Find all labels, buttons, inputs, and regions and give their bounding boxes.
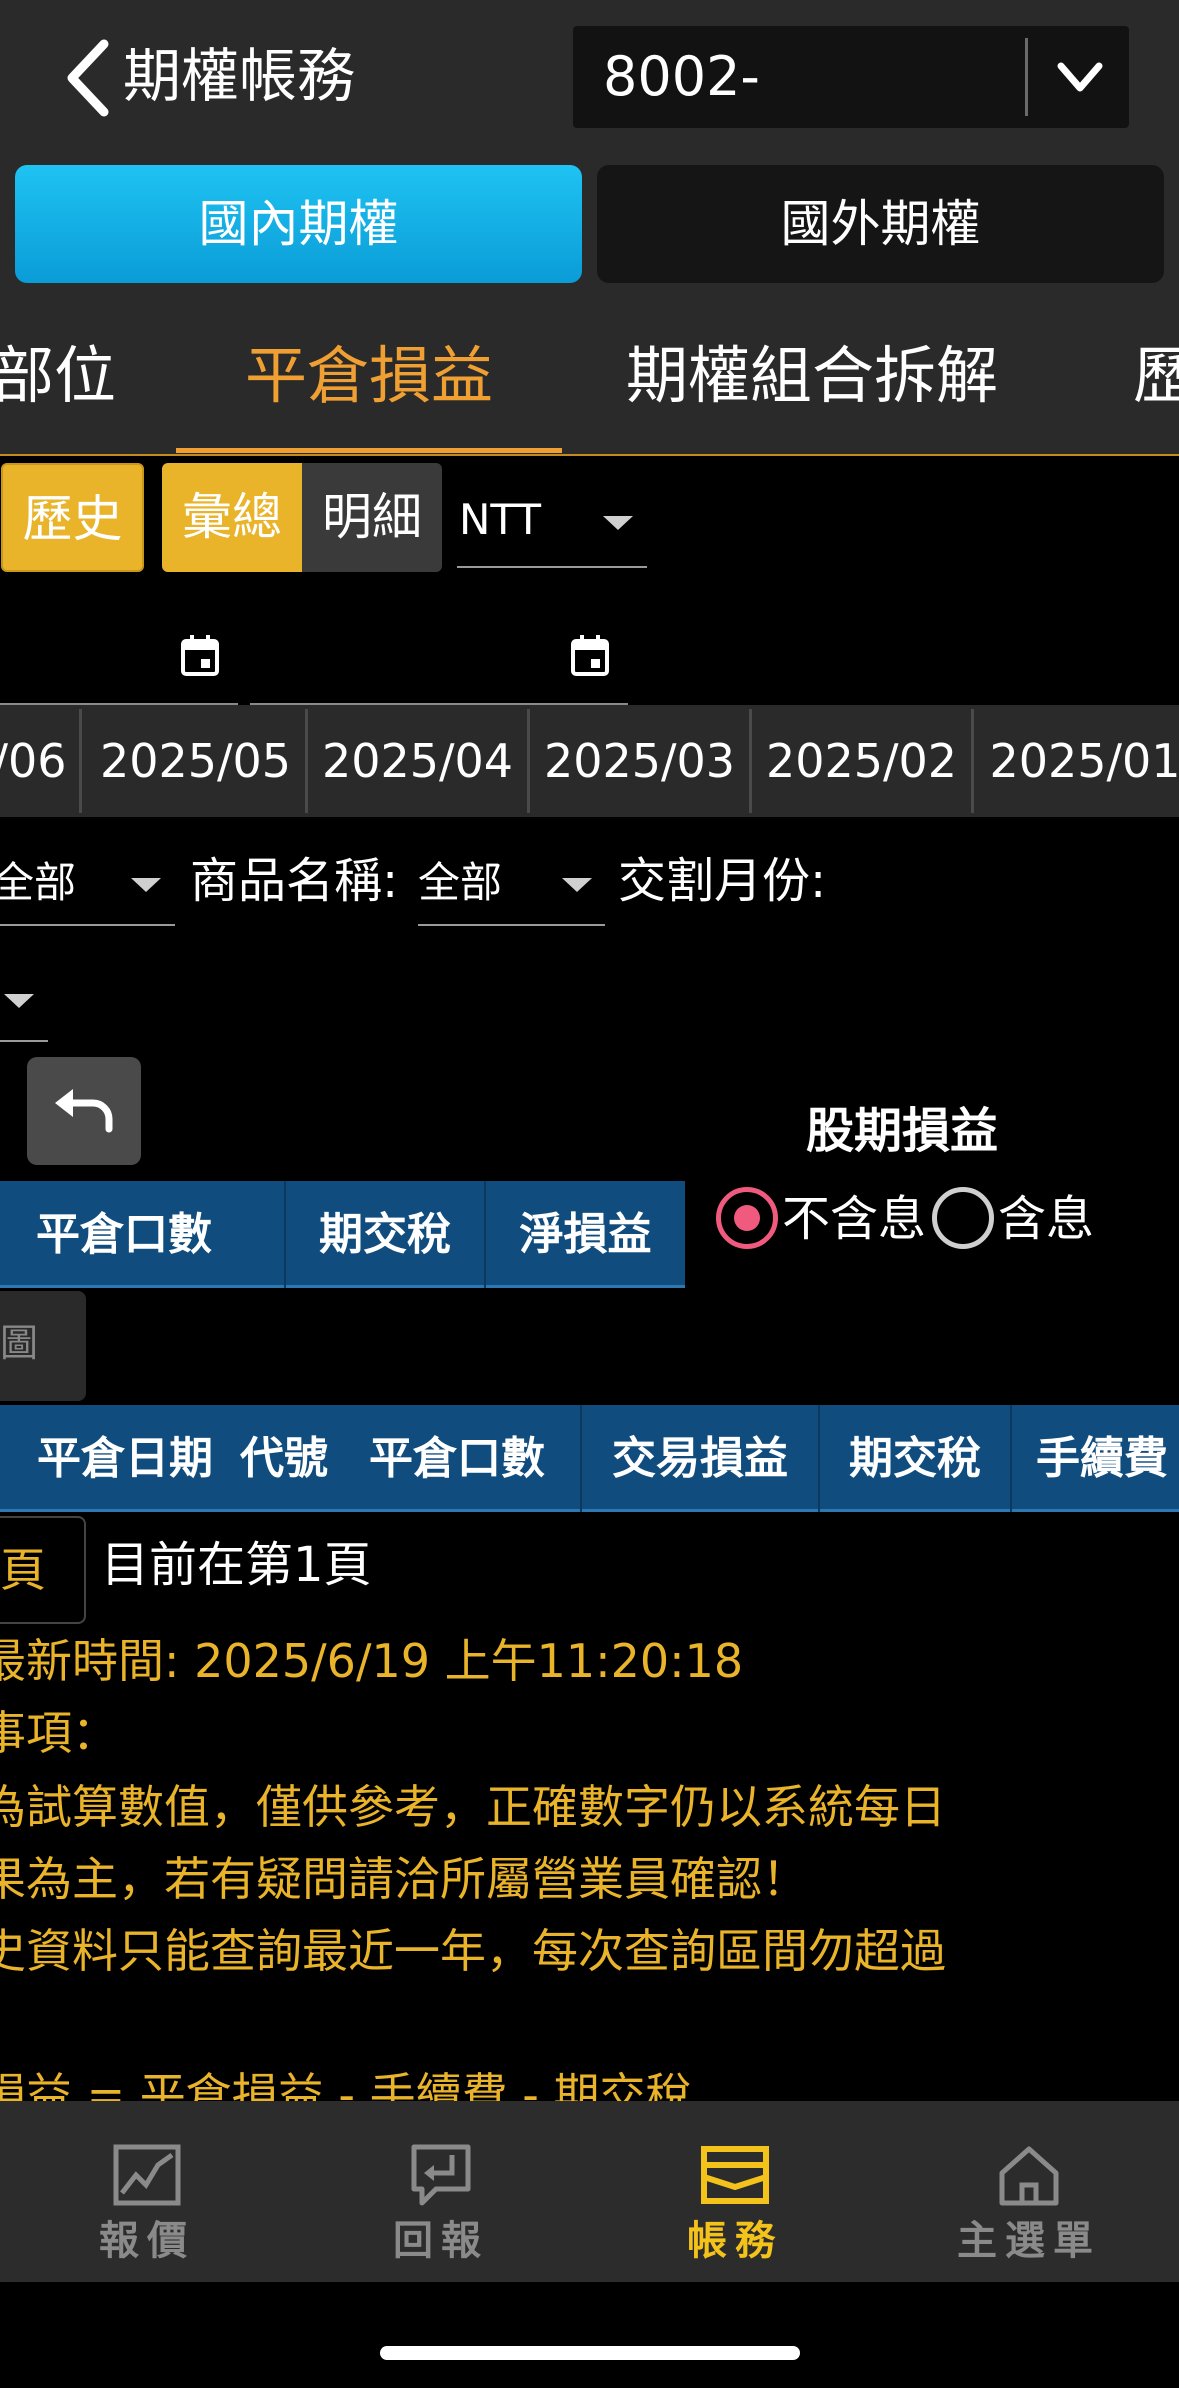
stock-futures-pnl-title: 股期損益 bbox=[806, 1103, 999, 1159]
column-header: 代號 bbox=[240, 1433, 328, 1484]
dropdown-caret-icon bbox=[4, 994, 34, 1008]
dropdown-caret-icon bbox=[603, 516, 633, 530]
nav-account[interactable]: 帳務 bbox=[588, 2101, 882, 2282]
summary-toggle[interactable]: 彙總 bbox=[162, 463, 302, 572]
wallet-icon bbox=[701, 2146, 769, 2204]
end-date-field[interactable] bbox=[250, 617, 628, 705]
market-tab-bar: 國內期權 國外期權 bbox=[0, 155, 1179, 298]
product-name-label: 商品名稱: bbox=[190, 853, 399, 909]
include-interest-label: 含息 bbox=[998, 1191, 1095, 1247]
detail-table-header: 平倉日期 代號 平倉口數 交易損益 期交稅 手續費 bbox=[0, 1405, 1179, 1512]
tab-closed-pnl[interactable]: 平倉損益 bbox=[245, 336, 493, 416]
tab-foreign-options[interactable]: 國外期權 bbox=[597, 165, 1164, 283]
back-chevron-icon[interactable] bbox=[60, 38, 120, 118]
page-title: 期權帳務 bbox=[123, 42, 356, 110]
nav-label: 報價 bbox=[99, 2218, 195, 2264]
tab-history[interactable]: 歷 bbox=[1133, 336, 1179, 416]
month-shortcut-strip: /06 2025/05 2025/04 2025/03 2025/02 2025… bbox=[0, 705, 1179, 817]
column-header bbox=[248, 1181, 286, 1288]
dropdown-caret-icon bbox=[131, 878, 161, 892]
month-button[interactable]: 2025/05 bbox=[86, 709, 308, 813]
month-button[interactable]: 2025/04 bbox=[308, 709, 530, 813]
tab-combo-split[interactable]: 期權組合拆解 bbox=[626, 336, 998, 416]
column-header: 手續費 bbox=[1036, 1433, 1168, 1484]
nav-label: 主選單 bbox=[957, 2218, 1101, 2264]
product-type-value: 全部 bbox=[0, 858, 77, 907]
nav-report[interactable]: 回報 bbox=[294, 2101, 588, 2282]
history-button[interactable]: 歷史 bbox=[1, 463, 144, 572]
note-line: 為試算數值，僅供參考，正確數字仍以系統每日 bbox=[0, 1780, 946, 1834]
sub-tab-bar: 部位 平倉損益 期權組合拆解 歷 bbox=[0, 298, 1179, 456]
reset-button[interactable] bbox=[27, 1057, 141, 1165]
exclude-interest-label: 不含息 bbox=[782, 1191, 927, 1247]
home-icon bbox=[999, 2146, 1059, 2206]
column-header: 平倉口數 bbox=[36, 1209, 212, 1260]
product-name-value: 全部 bbox=[418, 858, 503, 907]
undo-icon bbox=[55, 1089, 113, 1133]
nav-label: 帳務 bbox=[687, 2218, 783, 2264]
start-date-field[interactable] bbox=[0, 617, 238, 705]
update-time-text: 最新時間: 2025/6/19 上午11:20:18 bbox=[0, 1634, 744, 1688]
nav-main-menu[interactable]: 主選單 bbox=[882, 2101, 1176, 2282]
summary-table-header: 平倉口數 期交稅 淨損益 bbox=[0, 1181, 685, 1288]
home-indicator[interactable] bbox=[380, 2346, 800, 2360]
notes-heading: 事項： bbox=[0, 1706, 118, 1760]
chart-icon bbox=[113, 2144, 181, 2206]
currency-select[interactable]: NTT bbox=[457, 480, 647, 568]
top-header: 期權帳務 8002- bbox=[0, 0, 1179, 155]
home-indicator-area bbox=[0, 2282, 1179, 2388]
active-tab-underline bbox=[176, 448, 562, 453]
radio-include-interest[interactable] bbox=[932, 1187, 994, 1249]
note-line: ！ bbox=[0, 1990, 26, 2056]
chart-button[interactable]: 圖 bbox=[0, 1291, 86, 1401]
column-header: 淨損益 bbox=[519, 1209, 652, 1260]
page-button-label: 頁 bbox=[0, 1543, 46, 1597]
column-header: 平倉口數 bbox=[334, 1405, 582, 1512]
nav-label: 回報 bbox=[393, 2218, 489, 2264]
dropdown-caret-icon bbox=[562, 878, 592, 892]
bottom-navigation: 報價 回報 帳務 主選單 bbox=[0, 2101, 1179, 2282]
month-button[interactable]: /06 bbox=[0, 709, 82, 813]
note-line: 史資料只能查詢最近一年，每次查詢區間勿超過 bbox=[0, 1924, 946, 1978]
detail-toggle[interactable]: 明細 bbox=[302, 463, 442, 572]
delivery-month-select[interactable] bbox=[0, 958, 48, 1042]
tab-domestic-options[interactable]: 國內期權 bbox=[15, 165, 582, 283]
nav-quote[interactable]: 報價 bbox=[0, 2101, 294, 2282]
column-header: 平倉日期 bbox=[37, 1433, 213, 1484]
select-divider bbox=[1025, 38, 1028, 116]
current-page-text: 目前在第1頁 bbox=[101, 1537, 372, 1593]
chart-button-label: 圖 bbox=[0, 1321, 39, 1365]
page-select-button[interactable]: 頁 bbox=[0, 1516, 86, 1624]
month-button[interactable]: 2025/02 bbox=[752, 709, 974, 813]
radio-selected-dot bbox=[734, 1205, 760, 1231]
month-button[interactable]: 2025/01 bbox=[974, 709, 1179, 813]
account-value: 8002- bbox=[603, 45, 760, 108]
chevron-down-icon[interactable] bbox=[1045, 46, 1115, 108]
currency-value: NTT bbox=[459, 495, 541, 544]
note-line: 果為主，若有疑問請洽所屬營業員確認！ bbox=[0, 1852, 808, 1906]
column-header: 期交稅 bbox=[820, 1405, 1012, 1512]
month-button[interactable]: 2025/03 bbox=[530, 709, 752, 813]
column-header: 期交稅 bbox=[286, 1181, 486, 1288]
tab-position[interactable]: 部位 bbox=[0, 336, 116, 416]
column-header: 交易損益 bbox=[582, 1405, 820, 1512]
radio-exclude-interest[interactable] bbox=[716, 1187, 778, 1249]
calendar-icon[interactable] bbox=[180, 633, 220, 677]
delivery-month-label: 交割月份: bbox=[618, 853, 827, 909]
calendar-icon[interactable] bbox=[570, 633, 610, 677]
reply-icon bbox=[411, 2144, 471, 2206]
account-select[interactable]: 8002- bbox=[573, 26, 1129, 128]
